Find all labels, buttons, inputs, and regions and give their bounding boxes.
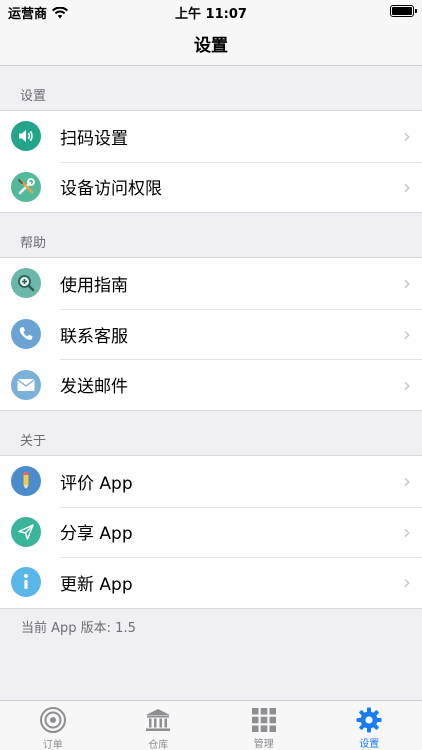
- section-header-about: 关于: [20, 433, 47, 449]
- page-title: 设置: [194, 36, 228, 56]
- row-label: 分享 App: [60, 524, 133, 545]
- tab-warehouse[interactable]: 仓库: [106, 701, 212, 750]
- row-label: 联系客服: [60, 326, 128, 347]
- row-label: 评价 App: [60, 473, 133, 494]
- phone-icon: [11, 319, 41, 350]
- gear-icon: [355, 706, 383, 733]
- chevron-right-icon: ›: [403, 124, 411, 149]
- about-group: 评价 App › 分享 App › 更新 App ›: [0, 454, 422, 609]
- tab-bar: 订单 仓库 管理 设置: [0, 700, 422, 750]
- info-icon: [11, 567, 41, 598]
- tab-label: 管理: [253, 739, 274, 750]
- row-device-permissions[interactable]: 设备访问权限 ›: [0, 161, 422, 213]
- bank-icon: [144, 706, 172, 734]
- row-update-app[interactable]: 更新 App ›: [0, 557, 422, 608]
- tab-label: 订单: [42, 740, 63, 750]
- help-group: 使用指南 › 联系客服 › 发送邮件 ›: [0, 257, 422, 411]
- version-note: 当前 App 版本: 1.5: [21, 620, 136, 636]
- mail-icon: [11, 369, 41, 400]
- target-icon: [39, 706, 67, 734]
- battery-icon: [390, 5, 417, 17]
- row-scan-settings[interactable]: 扫码设置 ›: [0, 111, 422, 162]
- chevron-right-icon: ›: [403, 469, 411, 494]
- chevron-right-icon: ›: [403, 570, 411, 595]
- chevron-right-icon: ›: [403, 519, 411, 544]
- pencil-icon: [11, 466, 41, 497]
- tools-icon: [11, 171, 41, 202]
- tab-label: 仓库: [148, 740, 169, 750]
- settings-group: 扫码设置 › 设备访问权限 ›: [0, 110, 422, 214]
- row-send-email[interactable]: 发送邮件 ›: [0, 359, 422, 410]
- row-contact-support[interactable]: 联系客服 ›: [0, 308, 422, 360]
- chevron-right-icon: ›: [403, 372, 411, 397]
- row-label: 扫码设置: [60, 128, 128, 149]
- row-share-app[interactable]: 分享 App ›: [0, 506, 422, 558]
- tab-manage[interactable]: 管理: [211, 701, 317, 750]
- tab-settings[interactable]: 设置: [317, 701, 422, 750]
- settings-list: 设置 扫码设置 › 设备访问权限 › 帮助 使用指南 › 联系客服 › 发送邮件…: [0, 66, 422, 636]
- magnifier-icon: [11, 268, 41, 299]
- grid-icon: [250, 706, 278, 733]
- chevron-right-icon: ›: [403, 322, 411, 347]
- tab-orders[interactable]: 订单: [0, 701, 106, 750]
- status-bar: 运营商 上午 11:07: [0, 0, 422, 22]
- section-header-settings: 设置: [20, 89, 47, 104]
- status-time: 上午 11:07: [175, 7, 247, 22]
- row-label: 设备访问权限: [60, 179, 162, 200]
- row-label: 发送邮件: [60, 377, 128, 398]
- section-header-help: 帮助: [20, 236, 47, 252]
- speaker-icon: [11, 121, 41, 152]
- row-label: 更新 App: [60, 574, 133, 595]
- navigation-bar: 设置: [0, 22, 422, 66]
- row-user-guide[interactable]: 使用指南 ›: [0, 258, 422, 309]
- tab-label: 设置: [359, 739, 380, 750]
- chevron-right-icon: ›: [403, 271, 411, 296]
- row-rate-app[interactable]: 评价 App ›: [0, 456, 422, 507]
- paper-plane-icon: [11, 516, 41, 547]
- chevron-right-icon: ›: [403, 174, 411, 199]
- row-label: 使用指南: [60, 275, 128, 296]
